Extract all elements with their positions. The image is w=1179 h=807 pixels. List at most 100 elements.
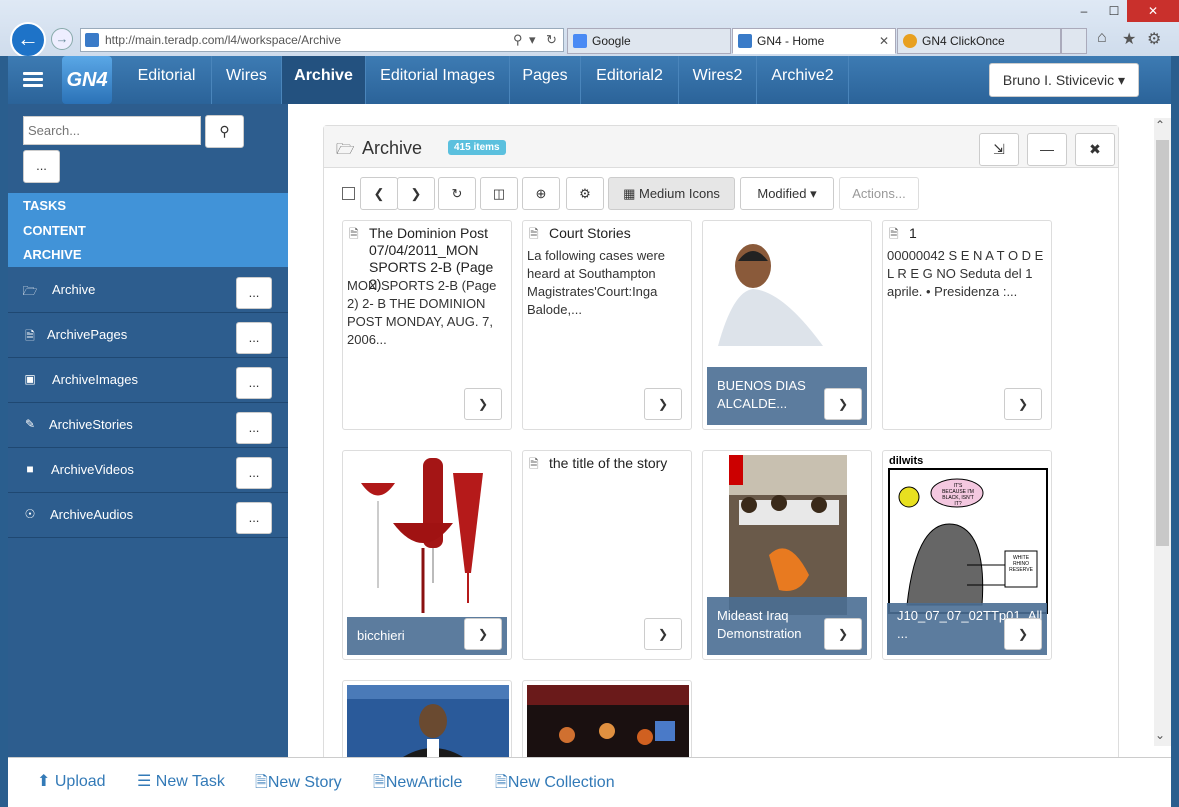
- sidebar-item-archivestories[interactable]: ✎ ArchiveStories ...: [8, 403, 288, 448]
- nav-archive[interactable]: Archive: [282, 56, 366, 104]
- sidebar-item-archiveimages[interactable]: ▣ ArchiveImages ...: [8, 358, 288, 403]
- pin-button[interactable]: ⇲: [979, 133, 1019, 166]
- card-menu-button[interactable]: ❯: [464, 618, 502, 650]
- card-dominion-post[interactable]: 🗎 The Dominion Post 07/04/2011_MON SPORT…: [342, 220, 512, 430]
- search-options-button[interactable]: ...: [23, 150, 60, 183]
- sidebar-item-archivepages[interactable]: 🗎 ArchivePages ...: [8, 313, 288, 358]
- new-article-link[interactable]: 🗎NewArticle: [373, 771, 462, 798]
- tab-gn4-home[interactable]: GN4 - Home ✕: [732, 28, 896, 54]
- nav-archive2[interactable]: Archive2: [757, 56, 849, 104]
- back-arrow-icon[interactable]: ←: [10, 22, 46, 58]
- more-button[interactable]: ...: [236, 367, 272, 399]
- close-tab-icon[interactable]: ✕: [879, 29, 889, 53]
- close-window-button[interactable]: ✕: [1127, 0, 1179, 22]
- select-all-checkbox[interactable]: [342, 187, 355, 200]
- card-title: Court Stories: [549, 225, 631, 241]
- favorites-star-icon[interactable]: ★: [1122, 29, 1136, 49]
- link-label: Upload: [54, 773, 106, 790]
- section-archive[interactable]: ARCHIVE: [23, 247, 82, 262]
- card-menu-button[interactable]: ❯: [644, 388, 682, 420]
- card-menu-button[interactable]: ❯: [1004, 618, 1042, 650]
- comic-brand: dilwits: [889, 455, 924, 467]
- nav-wires[interactable]: Wires: [212, 56, 282, 104]
- refresh-icon[interactable]: ↻: [546, 29, 557, 51]
- card-stage[interactable]: [522, 680, 692, 760]
- settings-gear-icon[interactable]: ⚙: [1147, 29, 1161, 49]
- search-icon[interactable]: ⚲: [513, 29, 523, 51]
- file-icon: 🗎: [25, 329, 35, 343]
- card-story-title[interactable]: 🗎 the title of the story ❯: [522, 450, 692, 660]
- user-menu-button[interactable]: Bruno I. Stivicevic ▾: [989, 63, 1139, 97]
- hamburger-menu-icon[interactable]: [23, 72, 43, 88]
- file-icon: 🗎: [255, 774, 268, 791]
- sort-label: Modified: [757, 186, 807, 201]
- save-button[interactable]: ◫: [480, 177, 518, 210]
- link-label: New Story: [267, 774, 342, 791]
- settings-button[interactable]: ⚙: [566, 177, 604, 210]
- section-content[interactable]: CONTENT: [23, 223, 86, 238]
- card-buenos-dias[interactable]: BUENOS DIAS ALCALDE... ❯: [702, 220, 872, 430]
- sidebar-item-archive[interactable]: 🗁 Archive ...: [8, 268, 288, 313]
- home-icon[interactable]: ⌂: [1097, 29, 1107, 47]
- card-comic[interactable]: dilwits IT'S BECAUSE I'M BLACK, ISN'T IT…: [882, 450, 1052, 660]
- minimize-button[interactable]: –: [1069, 0, 1099, 22]
- card-obama[interactable]: [342, 680, 512, 760]
- card-menu-button[interactable]: ❯: [824, 388, 862, 420]
- sidebar-item-label: ArchiveVideos: [51, 462, 134, 477]
- card-description: 00000042 S E N A T O D E L R E G NO Sedu…: [887, 248, 1044, 299]
- more-button[interactable]: ...: [236, 502, 272, 534]
- back-button[interactable]: ❮: [360, 177, 398, 210]
- card-menu-button[interactable]: ❯: [824, 618, 862, 650]
- dropdown-icon[interactable]: ▾: [529, 29, 536, 51]
- folder-open-icon: 🗁: [22, 284, 38, 298]
- zoom-button[interactable]: ⊕: [522, 177, 560, 210]
- forward-button[interactable]: ❯: [397, 177, 435, 210]
- new-collection-link[interactable]: 🗎New Collection: [495, 771, 615, 798]
- section-tasks[interactable]: TASKS: [23, 198, 66, 213]
- search-input[interactable]: [23, 116, 201, 145]
- refresh-button[interactable]: ↻: [438, 177, 476, 210]
- new-story-link[interactable]: 🗎New Story: [255, 771, 342, 798]
- sidebar-item-archivevideos[interactable]: ■ ArchiveVideos ...: [8, 448, 288, 493]
- more-button[interactable]: ...: [236, 322, 272, 354]
- nav-editorial-images[interactable]: Editorial Images: [366, 56, 510, 104]
- more-button[interactable]: ...: [236, 457, 272, 489]
- scrollbar-thumb[interactable]: [1156, 140, 1169, 546]
- actions-button[interactable]: Actions...: [839, 177, 919, 210]
- camera-icon: ▣: [24, 372, 36, 386]
- tab-google[interactable]: Google: [567, 28, 731, 54]
- arrow-left-circle-icon: ❮: [373, 186, 385, 201]
- card-mideast-iraq[interactable]: Mideast Iraq Demonstration ❯: [702, 450, 872, 660]
- more-button[interactable]: ...: [236, 412, 272, 444]
- card-menu-button[interactable]: ❯: [464, 388, 502, 420]
- nav-editorial2[interactable]: Editorial2: [581, 56, 679, 104]
- search-button[interactable]: ⚲: [205, 115, 244, 148]
- upload-link[interactable]: ⬆ Upload: [37, 771, 106, 791]
- maximize-button[interactable]: ☐: [1099, 0, 1129, 22]
- card-senato[interactable]: 🗎 1 00000042 S E N A T O D E L R E G NO …: [882, 220, 1052, 430]
- gear-icon: ⚙: [579, 186, 591, 201]
- nav-pages[interactable]: Pages: [510, 56, 581, 104]
- card-menu-button[interactable]: ❯: [1004, 388, 1042, 420]
- address-bar[interactable]: http://main.teradp.com/l4/workspace/Arch…: [80, 28, 564, 52]
- sort-dropdown[interactable]: Modified ▾: [740, 177, 834, 210]
- comic-strip-image: dilwits IT'S BECAUSE I'M BLACK, ISN'T IT…: [887, 455, 1049, 615]
- more-button[interactable]: ...: [236, 277, 272, 309]
- card-menu-button[interactable]: ❯: [644, 618, 682, 650]
- new-tab-button[interactable]: [1061, 28, 1087, 54]
- stage-performance-photo: [527, 685, 689, 759]
- sidebar-item-archiveaudios[interactable]: ☉ ArchiveAudios ...: [8, 493, 288, 538]
- view-mode-button[interactable]: ▦ Medium Icons: [608, 177, 735, 210]
- new-task-link[interactable]: ☰ New Task: [137, 771, 225, 791]
- card-court-stories[interactable]: 🗎 Court Stories La following cases were …: [522, 220, 692, 430]
- minimize-panel-button[interactable]: —: [1027, 133, 1067, 166]
- scroll-up-icon[interactable]: ⌃: [1155, 118, 1165, 132]
- protest-photo: [729, 455, 847, 615]
- close-panel-button[interactable]: ✖: [1075, 133, 1115, 166]
- scroll-down-icon[interactable]: ⌄: [1155, 728, 1165, 742]
- card-bicchieri[interactable]: bicchieri ❯: [342, 450, 512, 660]
- nav-editorial[interactable]: Editorial: [122, 56, 212, 104]
- tab-gn4-clickonce[interactable]: GN4 ClickOnce: [897, 28, 1061, 54]
- nav-wires2[interactable]: Wires2: [679, 56, 757, 104]
- forward-arrow-icon[interactable]: →: [51, 28, 73, 50]
